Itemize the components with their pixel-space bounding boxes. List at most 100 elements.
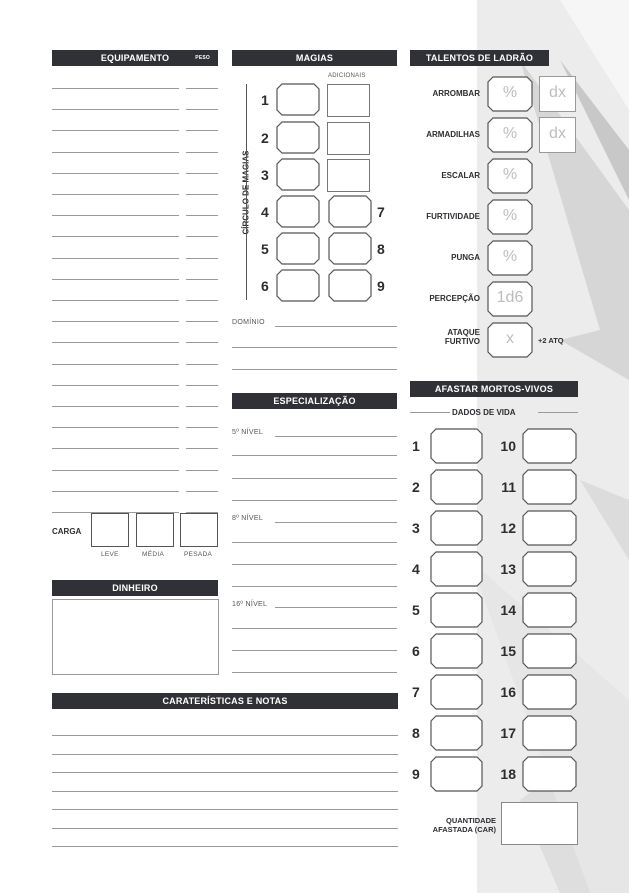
spell-slot-4[interactable] xyxy=(276,195,320,228)
equipment-weight-line[interactable] xyxy=(186,342,218,344)
equipment-item-line[interactable] xyxy=(52,236,179,238)
equipment-weight-line[interactable] xyxy=(186,384,218,386)
equipment-item-line[interactable] xyxy=(52,257,179,259)
equipment-weight-line[interactable] xyxy=(186,257,218,259)
turn-undead-box[interactable] xyxy=(430,633,483,669)
load-medium-box[interactable] xyxy=(136,513,174,547)
load-light-box[interactable] xyxy=(91,513,129,547)
equipment-item-line[interactable] xyxy=(52,278,179,280)
turn-undead-box[interactable] xyxy=(522,674,577,710)
equipment-item-line[interactable] xyxy=(52,172,179,174)
equipment-item-line[interactable] xyxy=(52,130,179,132)
equipment-item-line[interactable] xyxy=(52,215,179,217)
equipment-item-line[interactable] xyxy=(52,300,179,301)
equipment-item-line[interactable] xyxy=(52,151,179,153)
turn-undead-box[interactable] xyxy=(522,469,577,505)
spell-slot-5[interactable] xyxy=(276,232,320,265)
notes-line[interactable] xyxy=(52,772,398,773)
turn-undead-box[interactable] xyxy=(430,469,483,505)
turn-undead-box[interactable] xyxy=(430,428,483,464)
notes-line[interactable] xyxy=(52,753,398,755)
spec-line[interactable] xyxy=(232,500,397,501)
turn-undead-box[interactable] xyxy=(522,551,577,587)
spec-line[interactable] xyxy=(232,650,397,651)
spec-line[interactable] xyxy=(232,628,397,629)
spell-slot-9[interactable] xyxy=(328,269,372,302)
equipment-item-line[interactable] xyxy=(52,109,179,111)
spec-line[interactable] xyxy=(275,607,397,608)
turn-undead-box[interactable] xyxy=(522,756,577,792)
equipment-weight-line[interactable] xyxy=(186,363,218,365)
money-box[interactable] xyxy=(52,599,219,675)
spell-slot-3[interactable] xyxy=(276,158,320,191)
equipment-item-line[interactable] xyxy=(52,384,179,386)
equipment-weight-line[interactable] xyxy=(186,151,218,153)
turn-undead-box[interactable] xyxy=(522,592,577,628)
equipment-weight-line[interactable] xyxy=(186,469,218,471)
spell-slot-8[interactable] xyxy=(328,232,372,265)
equipment-weight-line[interactable] xyxy=(186,130,218,132)
turn-undead-box[interactable] xyxy=(430,674,483,710)
spell-slot-1[interactable] xyxy=(276,83,320,116)
equipment-item-line[interactable] xyxy=(52,406,179,407)
turn-undead-box[interactable] xyxy=(522,715,577,751)
spec-line[interactable] xyxy=(275,522,397,523)
thief-skill-placeholder: % xyxy=(502,207,518,224)
equipment-weight-line[interactable] xyxy=(186,215,218,217)
turn-undead-box[interactable] xyxy=(430,715,483,751)
equipment-item-line[interactable] xyxy=(52,448,179,450)
notes-line[interactable] xyxy=(52,809,398,810)
notes-line[interactable] xyxy=(52,827,398,829)
spell-slot-7[interactable] xyxy=(328,195,372,228)
equipment-weight-line[interactable] xyxy=(186,172,218,174)
spec-line[interactable] xyxy=(275,436,397,437)
equipment-weight-line[interactable] xyxy=(186,427,218,429)
equipment-item-line[interactable] xyxy=(52,321,179,323)
spec-line[interactable] xyxy=(232,478,397,479)
spec-line[interactable] xyxy=(232,672,397,673)
equipment-item-line[interactable] xyxy=(52,427,179,429)
equipment-weight-line[interactable] xyxy=(186,448,218,450)
turned-amount-label-line2: AFASTADA (CAR) xyxy=(432,825,496,834)
equipment-weight-line[interactable] xyxy=(186,321,218,323)
equipment-item-line[interactable] xyxy=(52,490,179,492)
notes-line[interactable] xyxy=(52,846,398,847)
spell-slot-2[interactable] xyxy=(276,121,320,154)
equipment-weight-line[interactable] xyxy=(186,194,218,195)
turned-amount-box[interactable] xyxy=(501,802,578,845)
domain-line-3[interactable] xyxy=(232,369,397,370)
extra-spell-box-2[interactable] xyxy=(327,122,370,155)
equipment-weight-line[interactable] xyxy=(186,278,218,280)
extra-spell-box-1[interactable] xyxy=(327,84,370,117)
equipment-item-line[interactable] xyxy=(52,88,179,89)
notes-line[interactable] xyxy=(52,735,398,736)
domain-line-1[interactable] xyxy=(275,326,397,327)
equipment-weight-line[interactable] xyxy=(186,109,218,111)
turn-undead-box[interactable] xyxy=(430,756,483,792)
turn-undead-box[interactable] xyxy=(430,551,483,587)
spec-line[interactable] xyxy=(232,564,397,565)
equipment-weight-line[interactable] xyxy=(186,300,218,301)
notes-line[interactable] xyxy=(52,790,398,792)
spec-line[interactable] xyxy=(232,455,397,456)
turn-undead-box[interactable] xyxy=(522,633,577,669)
equipment-weight-line[interactable] xyxy=(186,236,218,238)
extra-spell-box-3[interactable] xyxy=(327,159,370,192)
equipment-weight-line[interactable] xyxy=(186,406,218,407)
spec-line[interactable] xyxy=(232,542,397,543)
equipment-item-line[interactable] xyxy=(52,342,179,344)
equipment-item-line[interactable] xyxy=(52,194,179,195)
equipment-weight-line[interactable] xyxy=(186,490,218,492)
spec-line[interactable] xyxy=(232,586,397,587)
spell-slot-6[interactable] xyxy=(276,269,320,302)
turn-undead-box[interactable] xyxy=(430,592,483,628)
domain-line-2[interactable] xyxy=(232,347,397,348)
load-heavy-box[interactable] xyxy=(180,513,218,547)
equipment-item-line[interactable] xyxy=(52,469,179,471)
equipment-weight-line[interactable] xyxy=(186,88,218,89)
turn-undead-box[interactable] xyxy=(430,510,483,546)
equipment-item-line[interactable] xyxy=(52,363,179,365)
turn-undead-box[interactable] xyxy=(522,510,577,546)
turn-undead-box[interactable] xyxy=(522,428,577,464)
extra-spells-label: ADICIONAIS xyxy=(328,73,366,79)
